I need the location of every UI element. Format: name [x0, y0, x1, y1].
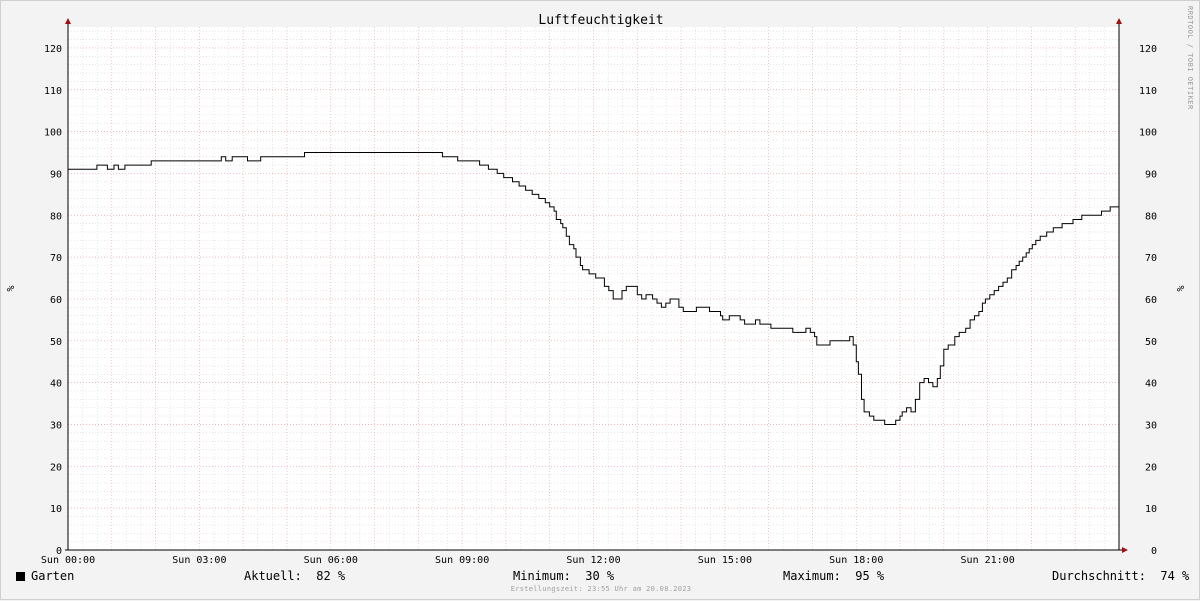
chart-title: Luftfeuchtigkeit — [538, 13, 663, 28]
creation-timestamp: Erstellungszeit: 23:55 Uhr am 20.08.2023 — [510, 585, 692, 593]
y-tick-label: 110 — [44, 86, 62, 97]
y-tick-label: 100 — [44, 128, 62, 139]
legend-series-name: Garten — [31, 569, 75, 583]
y-tick-label: 70 — [50, 253, 62, 264]
legend-average: Durchschnitt: 74 % — [1052, 569, 1189, 583]
legend-min-label: Minimum: — [513, 569, 571, 583]
graph-frame: 0 0 10 10 20 20 30 30 40 40 50 50 60 60 70 70 80 80 90 90 10… — [0, 0, 1200, 600]
humidity-chart: 0 010 1020 2030 3040 4050 5060 6070 7080 8090 9010… — [6, 6, 1194, 566]
y-tick-label-right: 100 — [1139, 128, 1157, 139]
y-tick-label-right: 60 — [1145, 295, 1157, 306]
y-axis-unit-right: % — [1176, 285, 1187, 291]
y-tick-label-right: 110 — [1139, 86, 1157, 97]
y-tick-label-right: 90 — [1145, 169, 1157, 180]
y-axis-unit-left: % — [6, 285, 17, 291]
legend-series: Garten — [16, 569, 74, 583]
legend-current: Aktuell: 82 % — [244, 569, 345, 583]
y-tick-label-right: 20 — [1145, 462, 1157, 473]
y-tick-label: 40 — [50, 379, 62, 390]
y-tick-label: 90 — [50, 169, 62, 180]
y-tick-label-right: 30 — [1145, 420, 1157, 431]
legend-current-label: Aktuell: — [244, 569, 302, 583]
y-tick-label-right: 50 — [1145, 337, 1157, 348]
y-tick-label-right: 120 — [1139, 44, 1157, 55]
legend-avg-label: Durchschnitt: — [1052, 569, 1146, 583]
y-tick-label-right: 0 — [1151, 546, 1157, 557]
y-tick-label-right: 80 — [1145, 211, 1157, 222]
y-tick-label: 20 — [50, 462, 62, 473]
y-tick-label: 60 — [50, 295, 62, 306]
y-axis-right-arrow — [1116, 18, 1122, 24]
legend-bar: Garten Aktuell: 82 % Minimum: 30 % Maxim… — [1, 563, 1200, 587]
y-tick-label: 50 — [50, 337, 62, 348]
legend-minimum: Minimum: 30 % — [513, 569, 614, 583]
y-tick-label: 80 — [50, 211, 62, 222]
y-tick-label: 30 — [50, 420, 62, 431]
legend-max-label: Maximum: — [783, 569, 841, 583]
y-tick-label-right: 40 — [1145, 379, 1157, 390]
y-axis-left-arrow — [65, 18, 71, 24]
y-tick-label-right: 70 — [1145, 253, 1157, 264]
legend-current-value: 82 % — [316, 569, 346, 583]
y-tick-label: 10 — [50, 504, 62, 515]
rrdtool-watermark: RRDTOOL / TOBI OETIKER — [1186, 6, 1194, 110]
y-tick-label: 120 — [44, 44, 62, 55]
legend-min-value: 30 % — [585, 569, 615, 583]
legend-max-value: 95 % — [855, 569, 885, 583]
legend-maximum: Maximum: 95 % — [783, 569, 884, 583]
legend-swatch — [16, 572, 25, 581]
x-axis-arrow — [1122, 547, 1128, 553]
y-tick-label-right: 10 — [1145, 504, 1157, 515]
legend-avg-value: 74 % — [1160, 569, 1190, 583]
